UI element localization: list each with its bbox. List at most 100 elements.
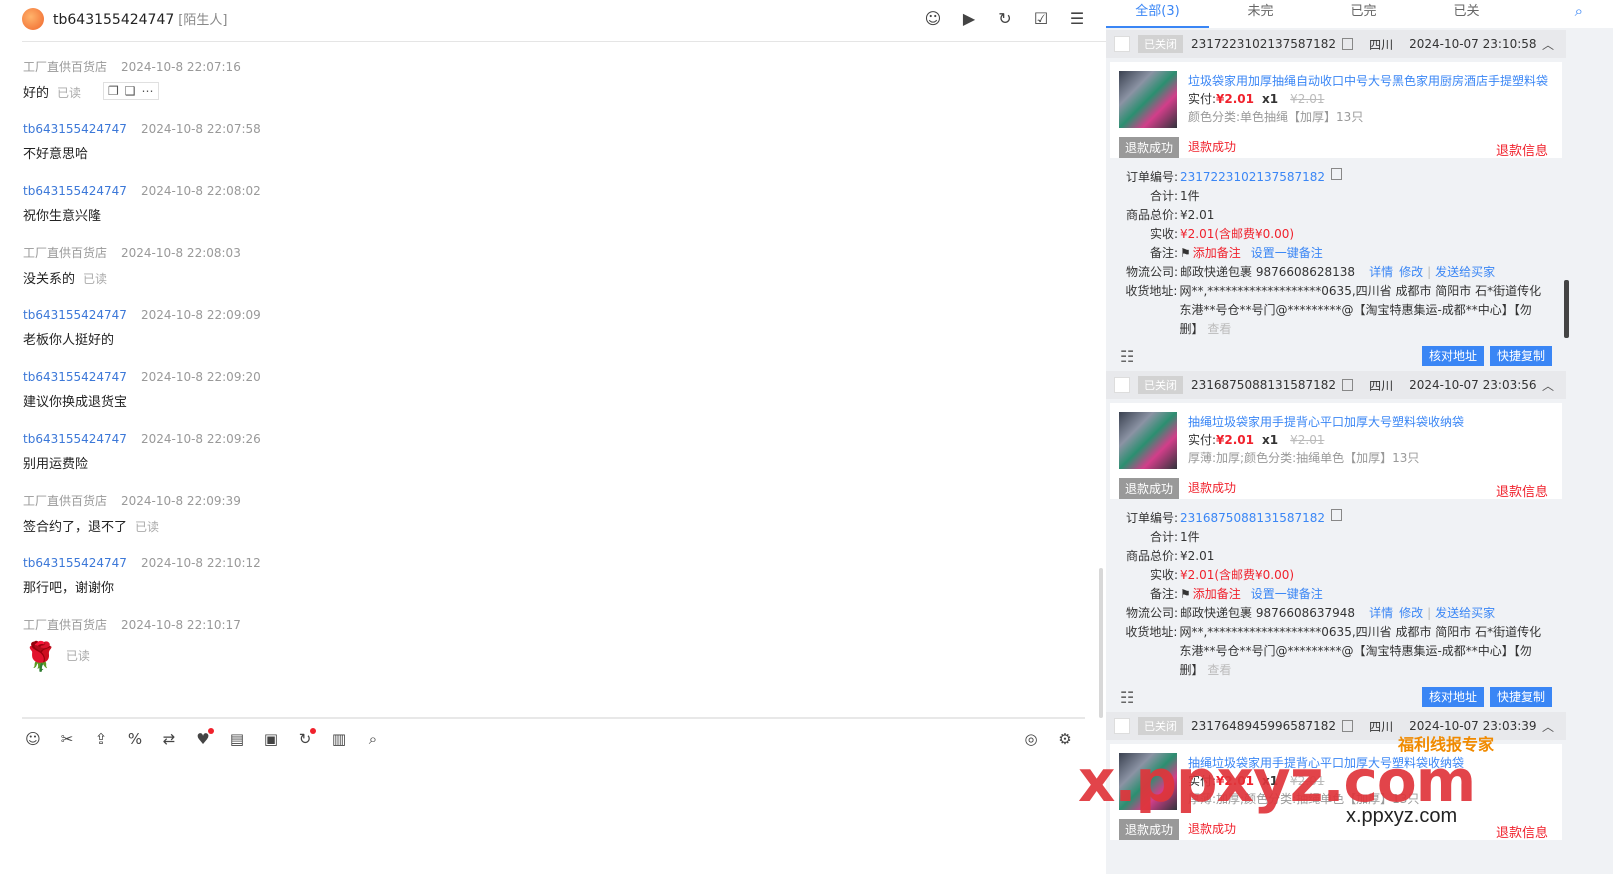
total-label: 合计: [1149, 189, 1178, 203]
message-sender[interactable]: tb643155424747 [23, 122, 127, 136]
product-thumbnail[interactable] [1119, 412, 1177, 469]
menu-icon[interactable]: ☰ [1066, 8, 1088, 30]
chevron-up-icon[interactable]: ︿ [1542, 377, 1554, 394]
set-note-link[interactable]: 设置一键备注 [1251, 244, 1323, 263]
robot-icon[interactable]: ☺ [922, 8, 944, 30]
copy-icon[interactable] [1342, 38, 1354, 50]
copy-icon[interactable]: ❐ [108, 84, 119, 98]
logistics-edit-link[interactable]: 修改 [1399, 604, 1423, 623]
message-body[interactable]: 建议你换成退货宝 [23, 394, 1083, 412]
coupon-icon[interactable]: ♥ [192, 728, 214, 750]
tab-closed[interactable]: 已关 [1415, 0, 1518, 28]
message-sender[interactable]: tb643155424747 [23, 370, 127, 384]
quick-copy-button[interactable]: 快捷复制 [1489, 687, 1552, 707]
order-checkbox[interactable] [1114, 36, 1130, 52]
product-title[interactable]: 抽绳垃圾袋家用手提背心平口加厚大号塑料袋收纳袋 [1188, 754, 1558, 771]
settings-list-icon[interactable]: ☷ [1120, 688, 1134, 707]
set-note-link[interactable]: 设置一键备注 [1251, 585, 1323, 604]
product-sku: 厚薄:加厚;颜色分类:抽绳单色【加厚】13只 [1188, 792, 1420, 806]
note-icon[interactable]: ▤ [226, 728, 248, 750]
view-address-link[interactable]: 查看 [1207, 663, 1231, 677]
send-to-buyer-link[interactable]: 发送给买家 [1435, 263, 1495, 282]
search-icon[interactable]: ⌕ [1575, 2, 1583, 20]
message-body[interactable]: 没关系的 已读 [23, 270, 1083, 289]
task-icon[interactable]: ☑ [1030, 8, 1052, 30]
discount-icon[interactable]: % [124, 728, 146, 750]
contact-avatar[interactable] [22, 8, 44, 30]
order-no[interactable]: 2316875088131587182 [1180, 509, 1325, 528]
settings-list-icon[interactable]: ☷ [1120, 347, 1134, 366]
logistics-detail-link[interactable]: 详情 [1369, 604, 1393, 623]
emoji-icon[interactable]: ☺ [22, 728, 44, 750]
order-no[interactable]: 2317223102137587182 [1180, 168, 1325, 187]
settings-icon[interactable]: ⚙ [1054, 728, 1076, 750]
logistics-edit-link[interactable]: 修改 [1399, 263, 1423, 282]
contact-name[interactable]: tb643155424747 [陌生人] [53, 9, 227, 28]
product-thumbnail[interactable] [1119, 753, 1177, 810]
compass-icon[interactable]: ◎ [1020, 728, 1042, 750]
refresh-icon[interactable]: ↻ [994, 8, 1016, 30]
message-sender[interactable]: tb643155424747 [23, 308, 127, 322]
order-checkbox[interactable] [1114, 718, 1130, 734]
copy-icon[interactable] [1331, 509, 1343, 521]
cart-icon[interactable]: ▣ [260, 728, 282, 750]
product-title[interactable]: 抽绳垃圾袋家用手提背心平口加厚大号塑料袋收纳袋 [1188, 413, 1558, 430]
swap-icon[interactable]: ⇄ [158, 728, 180, 750]
card-icon[interactable]: ▥ [328, 728, 350, 750]
order-no-label: 订单编号: [1125, 170, 1178, 184]
logistics-value: 邮政快递包裹 9876608637948 [1180, 606, 1356, 620]
upload-icon[interactable]: ⇪ [90, 728, 112, 750]
message-body[interactable]: 不好意思哈 [23, 146, 1083, 164]
check-address-button[interactable]: 核对地址 [1421, 346, 1484, 366]
check-address-button[interactable]: 核对地址 [1421, 687, 1484, 707]
message-body[interactable]: 老板你人挺好的 [23, 332, 1083, 350]
refund-info-link[interactable]: 退款信息 [1496, 822, 1548, 841]
refresh-chat-icon[interactable]: ↻ [294, 728, 316, 750]
copy-icon[interactable] [1342, 720, 1354, 732]
tab-all[interactable]: 全部(3) [1106, 0, 1209, 28]
quick-copy-button[interactable]: 快捷复制 [1489, 346, 1552, 366]
view-address-link[interactable]: 查看 [1207, 322, 1231, 336]
message-body[interactable]: 别用运费险 [23, 456, 1083, 474]
message-sender[interactable]: tb643155424747 [23, 556, 127, 570]
message-body[interactable]: 签合约了，退不了 已读 [23, 518, 1083, 537]
tab-finished[interactable]: 已完 [1312, 0, 1415, 28]
chevron-up-icon[interactable]: ︿ [1542, 36, 1554, 53]
address-value: 网**,*******************0635,四川省 成都市 简阳市 … [1179, 282, 1552, 339]
refund-info-link[interactable]: 退款信息 [1496, 481, 1548, 500]
message-sender[interactable]: tb643155424747 [23, 184, 127, 198]
refund-info-link[interactable]: 退款信息 [1496, 140, 1548, 159]
message-sender[interactable]: 工厂直供百货店 [23, 60, 107, 74]
add-note-link[interactable]: 添加备注 [1193, 585, 1241, 604]
scissors-icon[interactable]: ✂ [56, 728, 78, 750]
message-body[interactable]: 祝你生意兴隆 [23, 208, 1083, 226]
copy-icon[interactable] [1342, 379, 1354, 391]
message-sender[interactable]: tb643155424747 [23, 432, 127, 446]
search-product-icon[interactable]: ⌕ [362, 728, 384, 750]
chat-scrollbar[interactable] [1099, 568, 1103, 718]
quantity: x1 [1262, 92, 1279, 106]
received-value: ¥2.01(含邮费¥0.00) [1180, 568, 1295, 582]
message-body[interactable]: 好的 已读 [23, 84, 1083, 103]
panel-scrollbar[interactable] [1564, 280, 1569, 338]
message-sender[interactable]: 工厂直供百货店 [23, 494, 107, 508]
copy-icon[interactable] [1331, 168, 1343, 180]
logistics-detail-link[interactable]: 详情 [1369, 263, 1393, 282]
message-sender[interactable]: 工厂直供百货店 [23, 246, 107, 260]
product-thumbnail[interactable] [1119, 71, 1177, 128]
video-icon[interactable]: ▶ [958, 8, 980, 30]
product-title[interactable]: 垃圾袋家用加厚抽绳自动收口中号大号黑色家用厨房酒店手提塑料袋 [1188, 72, 1558, 89]
more-icon[interactable]: ⋯ [142, 84, 154, 98]
flag-icon[interactable]: ⚑ [1180, 244, 1191, 263]
add-note-link[interactable]: 添加备注 [1193, 244, 1241, 263]
message-body[interactable]: 那行吧，谢谢你 [23, 580, 1083, 598]
flag-icon[interactable]: ⚑ [1180, 585, 1191, 604]
message-sender[interactable]: 工厂直供百货店 [23, 618, 107, 632]
message-body[interactable]: 🌹 已读 [23, 642, 1083, 672]
order-checkbox[interactable] [1114, 377, 1130, 393]
goods-value: ¥2.01 [1180, 208, 1215, 222]
tab-unfinished[interactable]: 未完 [1209, 0, 1312, 28]
chevron-up-icon[interactable]: ︿ [1542, 718, 1554, 735]
quote-icon[interactable]: ❑ [125, 84, 136, 98]
send-to-buyer-link[interactable]: 发送给买家 [1435, 604, 1495, 623]
